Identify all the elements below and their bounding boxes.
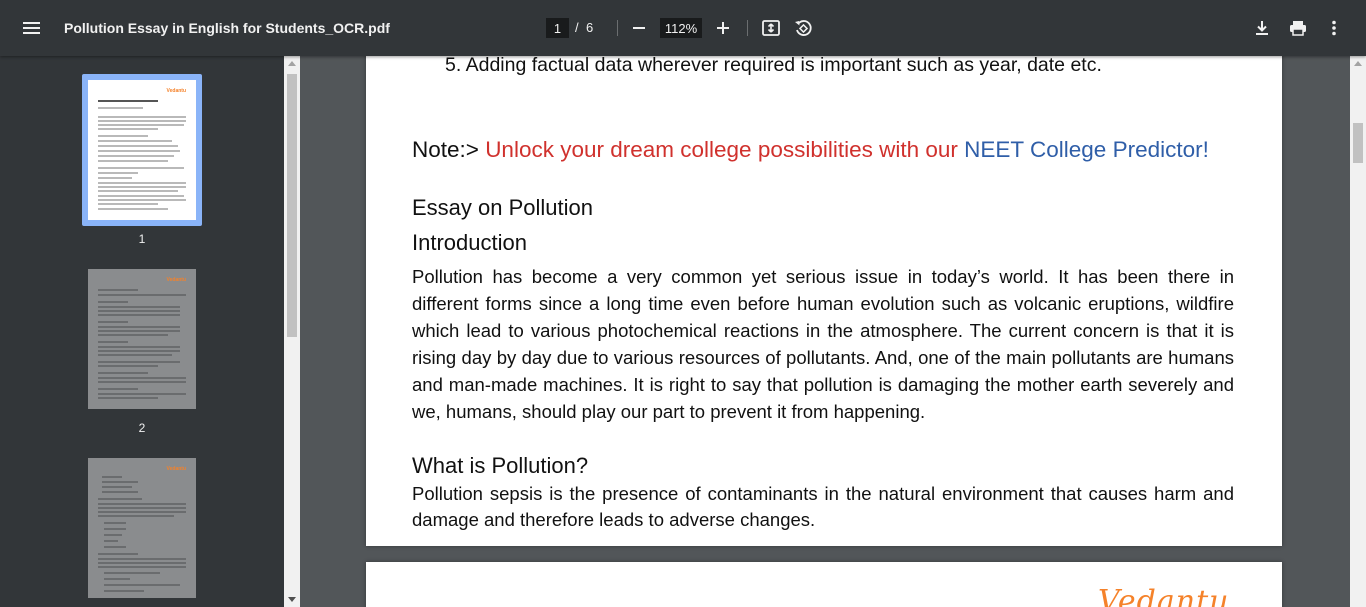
document-scrollbar[interactable] [1350,56,1366,607]
zoom-input[interactable] [660,18,702,38]
pdf-toolbar: Pollution Essay in English for Students_… [0,0,1366,56]
essay-heading: Essay on Pollution [412,195,593,220]
total-pages: 6 [586,20,594,35]
note-line: Note:> Unlock your dream college possibi… [412,137,1234,163]
scroll-down-arrow[interactable] [288,597,296,602]
print-icon [1290,21,1306,36]
pdf-page-2: Vedantu [366,562,1282,607]
scrollbar-thumb[interactable] [287,74,297,337]
fit-page-icon [762,20,780,36]
pdf-page-1: 5. Adding factual data wherever required… [366,0,1282,546]
more-vert-icon [1332,20,1336,36]
thumbnail-page-number: 2 [138,421,146,435]
list-item-5: 5. Adding factual data wherever required… [445,54,1102,76]
thumbnail-logo: Vedantu [166,88,186,94]
page-separator: / [575,20,579,35]
fit-page-button[interactable] [759,16,783,40]
scroll-up-arrow[interactable] [1354,61,1362,66]
minus-icon [633,27,645,29]
thumbnail-logo: Vedantu [166,466,186,472]
what-is-pollution-paragraph: Pollution sepsis is the presence of cont… [412,483,1234,530]
zoom-out-button[interactable] [627,16,651,40]
thumbnail-page-number: 1 [138,232,146,246]
scroll-up-arrow[interactable] [288,61,296,66]
thumbnail-image[interactable]: Vedantu [88,80,196,220]
scrollbar-thumb[interactable] [1353,123,1363,163]
menu-icon[interactable] [20,16,44,40]
print-button[interactable] [1286,16,1310,40]
rotate-icon [795,20,812,36]
vedantu-logo: Vedantu [1098,584,1230,607]
download-button[interactable] [1250,16,1274,40]
thumbnail-image[interactable]: Vedantu [88,458,196,598]
page-number-input[interactable] [546,18,569,38]
introduction-heading: Introduction [412,230,527,255]
thumbnail-sidebar: Vedantu 1 Vedantu 2 Vedantu [0,56,284,607]
what-is-pollution-heading: What is Pollution? [412,453,589,478]
introduction-paragraph: Pollution has become a very common yet s… [412,266,1234,422]
sidebar-scrollbar[interactable] [284,56,300,607]
thumbnail-logo: Vedantu [166,277,186,283]
download-icon [1256,21,1268,35]
zoom-in-button[interactable] [711,16,735,40]
note-promo-text: Unlock your dream college possibilities … [485,137,958,162]
more-options-button[interactable] [1322,16,1346,40]
document-title: Pollution Essay in English for Students_… [64,20,390,36]
plus-icon [717,22,729,34]
neet-predictor-link[interactable]: NEET College Predictor! [964,137,1209,162]
note-prefix: Note:> [412,137,479,162]
toolbar-divider [747,20,748,36]
rotate-button[interactable] [791,16,815,40]
toolbar-divider [617,20,618,36]
thumbnail-image[interactable]: Vedantu [88,269,196,409]
